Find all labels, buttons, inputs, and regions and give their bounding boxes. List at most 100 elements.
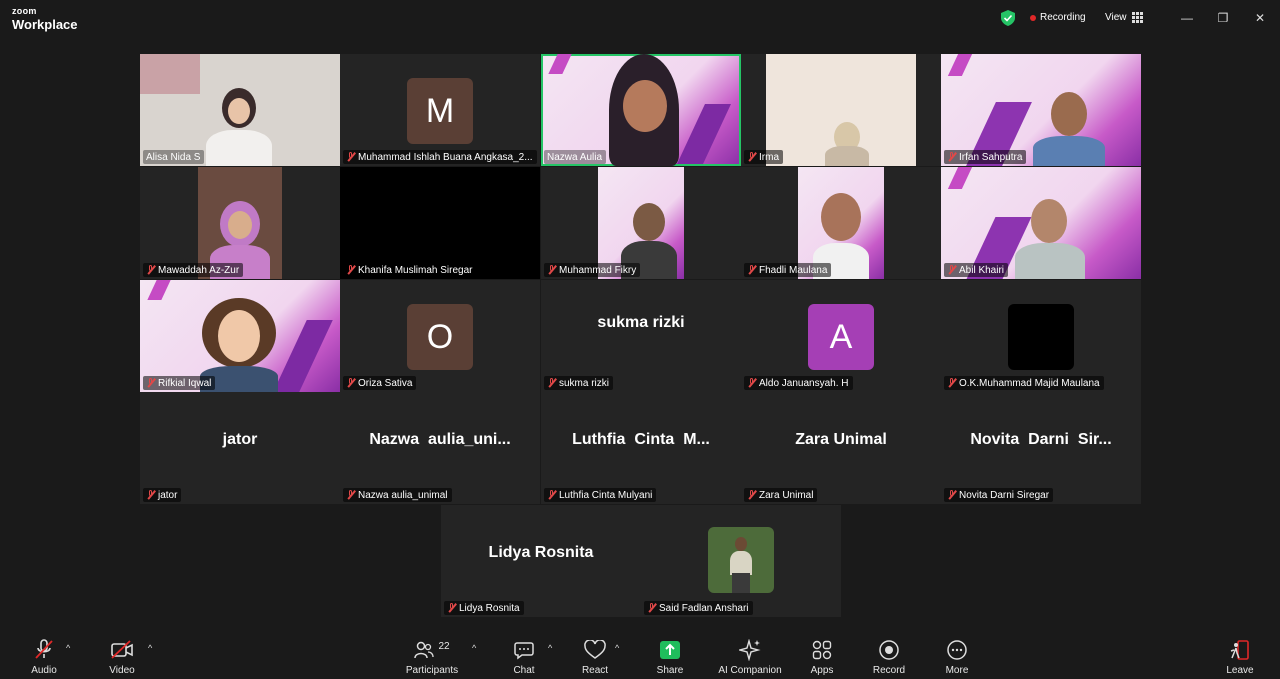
mic-muted-icon	[447, 603, 456, 613]
mic-muted-icon	[547, 378, 556, 388]
participant-name: Rifkial Iqwal	[143, 376, 216, 390]
video-tile[interactable]: A Aldo Januansyah. H	[741, 280, 941, 392]
record-button[interactable]: Record	[870, 639, 908, 676]
recording-label: Recording	[1040, 12, 1086, 23]
video-tile[interactable]: Irma	[741, 54, 941, 166]
share-button[interactable]: Share	[654, 639, 686, 676]
participant-name: Irfan Sahputra	[944, 150, 1027, 164]
video-tile[interactable]: Zara Unimal Zara Unimal	[741, 392, 941, 504]
shield-check-icon[interactable]	[1001, 10, 1015, 26]
audio-button[interactable]: Audio	[28, 639, 60, 676]
participant-name: Khanifa Muslimah Siregar	[343, 263, 477, 277]
participant-display-name: jator	[222, 431, 258, 448]
mic-muted-icon	[647, 603, 656, 613]
participant-name: Abil Khairi	[944, 263, 1009, 277]
video-tile[interactable]: Alisa Nida S	[140, 54, 340, 166]
heart-icon	[580, 639, 610, 661]
chat-options-caret-icon[interactable]: ^	[548, 643, 552, 653]
video-tile[interactable]: Fhadli Maulana	[741, 167, 941, 279]
avatar	[1008, 304, 1074, 370]
view-button[interactable]: View	[1105, 12, 1143, 23]
title-bar: zoom Workplace Recording View — ❐ ✕	[0, 0, 1280, 38]
mic-muted-icon	[747, 378, 756, 388]
video-tile[interactable]: Muhammad Fikry	[541, 167, 741, 279]
video-tile[interactable]: Rifkial Iqwal	[140, 280, 340, 392]
participant-name: Muhammad Fikry	[544, 263, 641, 277]
video-tile[interactable]: Khanifa Muslimah Siregar	[340, 167, 540, 279]
participants-button[interactable]: 22 Participants	[402, 639, 462, 677]
more-icon	[940, 639, 974, 661]
participant-display-name: Novita Darni Sir...	[970, 431, 1112, 448]
participant-name: Zara Unimal	[744, 488, 818, 502]
minimize-icon[interactable]: —	[1179, 10, 1195, 26]
video-tile[interactable]: Said Fadlan Anshari	[641, 505, 841, 617]
mic-muted-icon	[146, 265, 155, 275]
participant-name: Irma	[744, 150, 783, 164]
participant-name: Alisa Nida S	[143, 150, 205, 164]
participant-name: O.K.Muhammad Majid Maulana	[944, 376, 1104, 390]
video-tile[interactable]: Nazwa aulia_uni... Nazwa aulia_unimal	[340, 392, 540, 504]
audio-options-caret-icon[interactable]: ^	[66, 643, 70, 653]
meeting-toolbar: Audio ^ Video ^ 22 Participants ^ Chat ^…	[0, 631, 1280, 679]
share-screen-icon	[654, 639, 686, 661]
video-tile[interactable]: O Oriza Sativa	[340, 280, 540, 392]
mic-muted-icon	[947, 490, 956, 500]
participant-name: Nazwa Aulia	[544, 150, 607, 164]
participants-count: 22	[438, 640, 450, 652]
video-tile[interactable]: Irfan Sahputra	[941, 54, 1141, 166]
more-button[interactable]: More	[940, 639, 974, 676]
mic-muted-icon	[947, 152, 956, 162]
video-tile[interactable]: Mawaddah Az-Zur	[140, 167, 340, 279]
react-button[interactable]: React	[580, 639, 610, 676]
video-tile[interactable]: jator jator	[140, 392, 340, 504]
video-tile[interactable]: M Muhammad Ishlah Buana Angkasa_2...	[340, 54, 540, 166]
mic-muted-icon	[346, 490, 355, 500]
apps-icon	[808, 639, 836, 661]
mic-muted-icon	[947, 265, 956, 275]
participant-name: Nazwa aulia_unimal	[343, 488, 452, 502]
leave-button[interactable]: Leave	[1224, 639, 1256, 676]
mic-muted-icon	[947, 378, 956, 388]
participant-display-name: Nazwa aulia_uni...	[369, 431, 511, 448]
mic-muted-icon	[547, 490, 556, 500]
participant-name: Said Fadlan Anshari	[644, 601, 753, 615]
video-tile[interactable]: O.K.Muhammad Majid Maulana	[941, 280, 1141, 392]
video-button[interactable]: Video	[104, 639, 140, 676]
avatar: O	[407, 304, 473, 370]
video-tile[interactable]: sukma rizki sukma rizki	[541, 280, 741, 392]
react-options-caret-icon[interactable]: ^	[615, 643, 619, 653]
participant-display-name: sukma rizki	[597, 314, 685, 331]
video-tile[interactable]: Luthfia Cinta M... Luthfia Cinta Mulyani	[541, 392, 741, 504]
grid-icon	[1131, 12, 1143, 23]
video-options-caret-icon[interactable]: ^	[148, 643, 152, 653]
close-icon[interactable]: ✕	[1252, 10, 1268, 26]
participant-name: Mawaddah Az-Zur	[143, 263, 244, 277]
participant-name: Oriza Sativa	[343, 376, 417, 390]
ai-companion-button[interactable]: AI Companion	[716, 639, 784, 676]
participant-name: Novita Darni Siregar	[944, 488, 1054, 502]
mic-muted-icon	[747, 265, 756, 275]
participant-name: Aldo Januansyah. H	[744, 376, 853, 390]
recording-dot-icon	[1030, 14, 1036, 21]
mic-muted-icon	[346, 152, 355, 162]
participants-options-caret-icon[interactable]: ^	[472, 643, 476, 653]
video-tile[interactable]: Novita Darni Sir... Novita Darni Siregar	[941, 392, 1141, 504]
mic-muted-icon	[346, 378, 355, 388]
record-icon	[870, 639, 908, 661]
avatar	[708, 527, 774, 593]
video-tile-active[interactable]: Nazwa Aulia	[541, 54, 741, 166]
participant-display-name: Zara Unimal	[795, 431, 887, 448]
chat-button[interactable]: Chat	[510, 639, 538, 676]
video-tile[interactable]: Lidya Rosnita Lidya Rosnita	[441, 505, 641, 617]
participant-display-name: Luthfia Cinta M...	[572, 431, 710, 448]
video-tile[interactable]: Abil Khairi	[941, 167, 1141, 279]
leave-icon	[1224, 639, 1256, 661]
mic-muted-icon	[346, 265, 355, 275]
camera-off-icon	[104, 639, 140, 661]
view-label: View	[1105, 12, 1127, 23]
recording-indicator[interactable]: Recording	[1030, 12, 1086, 23]
avatar: A	[808, 304, 874, 370]
participant-name: Luthfia Cinta Mulyani	[544, 488, 657, 502]
restore-icon[interactable]: ❐	[1215, 10, 1231, 26]
apps-button[interactable]: Apps	[808, 639, 836, 676]
